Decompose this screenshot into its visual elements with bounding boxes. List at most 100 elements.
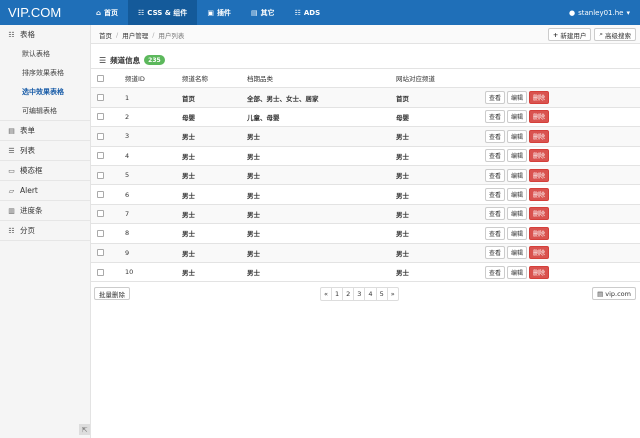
- pagination: «1 2 3 4 5»: [320, 287, 399, 301]
- select-all-checkbox[interactable]: [97, 74, 104, 82]
- row-checkbox[interactable]: [97, 249, 104, 257]
- collapse-sidebar-icon[interactable]: ⇱: [79, 424, 90, 435]
- delete-button[interactable]: 删除: [529, 149, 549, 163]
- row-checkbox[interactable]: [97, 132, 104, 140]
- sidebar-group-4[interactable]: ▱ Alert: [0, 181, 90, 200]
- cell-channel-id: 5: [125, 165, 182, 186]
- sidebar-group-2[interactable]: ☰ 列表: [0, 141, 90, 160]
- delete-button[interactable]: 删除: [529, 207, 549, 221]
- row-checkbox[interactable]: [97, 191, 104, 199]
- site-link-button[interactable]: ▤ vip.com: [592, 287, 636, 300]
- edit-button[interactable]: 编辑: [507, 207, 527, 221]
- header-channel-id[interactable]: 频道ID: [125, 67, 182, 89]
- header-category[interactable]: 档期品类: [247, 67, 396, 89]
- header-channel-name[interactable]: 频道名称: [182, 67, 247, 89]
- cell-site-channel: 男士: [396, 146, 485, 166]
- nav-item-4[interactable]: ☷ ADS: [285, 0, 331, 25]
- advanced-search-button[interactable]: ⌕ 高级搜索: [594, 28, 636, 41]
- edit-button[interactable]: 编辑: [507, 188, 527, 202]
- user-menu[interactable]: ● stanley01.he ▾: [569, 0, 630, 25]
- cell-site-channel: 首页: [396, 87, 485, 108]
- sidebar-group-0[interactable]: ☷ 表格: [0, 25, 90, 44]
- view-button[interactable]: 查看: [485, 168, 505, 182]
- sidebar-group-5[interactable]: ▥ 进度条: [0, 201, 90, 220]
- table-row[interactable]: 2 母婴 儿童、母婴 母婴 查看 编辑 删除: [91, 107, 640, 128]
- cell-actions: 查看 编辑 删除: [485, 243, 640, 263]
- table-row[interactable]: 4 男士 男士 男士 查看 编辑 删除: [91, 146, 640, 166]
- bookmark-icon: ▤: [250, 8, 258, 17]
- edit-button[interactable]: 编辑: [507, 265, 527, 279]
- breadcrumb-home[interactable]: 首页: [99, 30, 112, 40]
- view-button[interactable]: 查看: [485, 149, 505, 163]
- sidebar-group-6[interactable]: ☷ 分页: [0, 221, 90, 240]
- sidebar-group-1[interactable]: ▤ 表单: [0, 121, 90, 140]
- delete-button[interactable]: 删除: [529, 129, 549, 143]
- sidebar-item-0-1[interactable]: 排序效果表格: [0, 63, 90, 82]
- page-5[interactable]: 5: [375, 287, 388, 301]
- sidebar-group-3[interactable]: ▭ 模态框: [0, 161, 90, 180]
- row-checkbox-cell: [91, 107, 125, 128]
- cell-channel-id: 7: [125, 204, 182, 225]
- nav-item-1[interactable]: ☷ CSS & 组件: [128, 0, 198, 25]
- cell-channel-name: 男士: [182, 262, 247, 283]
- cell-channel-id: 3: [125, 126, 182, 147]
- table-row[interactable]: 10 男士 男士 男士 查看 编辑 删除: [91, 262, 640, 283]
- edit-button[interactable]: 编辑: [507, 149, 527, 163]
- edit-button[interactable]: 编辑: [507, 91, 527, 105]
- delete-button[interactable]: 删除: [529, 168, 549, 182]
- table-row[interactable]: 5 男士 男士 男士 查看 编辑 删除: [91, 165, 640, 186]
- view-button[interactable]: 查看: [485, 207, 505, 221]
- row-checkbox[interactable]: [97, 94, 104, 102]
- header-site-channel[interactable]: 网站对应频道: [396, 67, 485, 89]
- row-checkbox[interactable]: [97, 268, 104, 276]
- sidebar-item-0-0[interactable]: 默认表格: [0, 44, 90, 63]
- edit-button[interactable]: 编辑: [507, 110, 527, 124]
- edit-button[interactable]: 编辑: [507, 226, 527, 240]
- sidebar-item-0-2[interactable]: 选中效果表格: [0, 82, 90, 101]
- edit-button[interactable]: 编辑: [507, 168, 527, 182]
- page-next[interactable]: »: [386, 287, 399, 301]
- table-row[interactable]: 3 男士 男士 男士 查看 编辑 删除: [91, 126, 640, 147]
- nav-item-0[interactable]: ⌂ 首页: [86, 0, 128, 25]
- breadcrumb-user-manage[interactable]: 用户管理: [122, 30, 148, 40]
- view-button[interactable]: 查看: [485, 188, 505, 202]
- delete-button[interactable]: 删除: [529, 246, 549, 260]
- row-checkbox[interactable]: [97, 171, 104, 179]
- delete-button[interactable]: 删除: [529, 110, 549, 124]
- table-footer: 批量删除 «1 2 3 4 5» ▤ vip.com: [91, 287, 640, 301]
- row-checkbox[interactable]: [97, 113, 104, 121]
- table-row[interactable]: 9 男士 男士 男士 查看 编辑 删除: [91, 243, 640, 263]
- plus-icon: +: [552, 30, 559, 39]
- main-nav: ⌂ 首页 ☷ CSS & 组件 ▣ 插件 ▤ 其它 ☷ ADS: [86, 0, 330, 25]
- table-row[interactable]: 7 男士 男士 男士 查看 编辑 删除: [91, 204, 640, 225]
- table-row[interactable]: 8 男士 男士 男士 查看 编辑 删除: [91, 223, 640, 244]
- view-button[interactable]: 查看: [485, 110, 505, 124]
- nav-item-label: 插件: [216, 8, 231, 17]
- row-checkbox[interactable]: [97, 210, 104, 218]
- edit-button[interactable]: 编辑: [507, 246, 527, 260]
- delete-button[interactable]: 删除: [529, 226, 549, 240]
- cell-channel-name: 男士: [182, 223, 247, 244]
- view-button[interactable]: 查看: [485, 265, 505, 279]
- delete-button[interactable]: 删除: [529, 188, 549, 202]
- delete-button[interactable]: 删除: [529, 265, 549, 279]
- row-actions: 查看 编辑 删除: [485, 129, 640, 143]
- view-button[interactable]: 查看: [485, 246, 505, 260]
- new-user-button[interactable]: + 新建用户: [547, 28, 592, 41]
- row-checkbox[interactable]: [97, 152, 104, 160]
- table-row[interactable]: 6 男士 男士 男士 查看 编辑 删除: [91, 184, 640, 205]
- table-row[interactable]: 1 首页 全部、男士、女士、居家 首页 查看 编辑 删除: [91, 87, 640, 108]
- nav-item-3[interactable]: ▤ 其它: [241, 0, 285, 25]
- row-checkbox[interactable]: [97, 229, 104, 237]
- user-icon: ●: [568, 8, 576, 17]
- batch-delete-button[interactable]: 批量删除: [94, 287, 130, 300]
- brand-logo[interactable]: VIP.COM: [8, 3, 61, 22]
- nav-item-2[interactable]: ▣ 插件: [197, 0, 241, 25]
- sidebar-item-0-3[interactable]: 可编辑表格: [0, 101, 90, 120]
- cell-channel-name: 男士: [182, 126, 247, 147]
- view-button[interactable]: 查看: [485, 226, 505, 240]
- edit-button[interactable]: 编辑: [507, 129, 527, 143]
- view-button[interactable]: 查看: [485, 91, 505, 105]
- delete-button[interactable]: 删除: [529, 91, 549, 105]
- view-button[interactable]: 查看: [485, 129, 505, 143]
